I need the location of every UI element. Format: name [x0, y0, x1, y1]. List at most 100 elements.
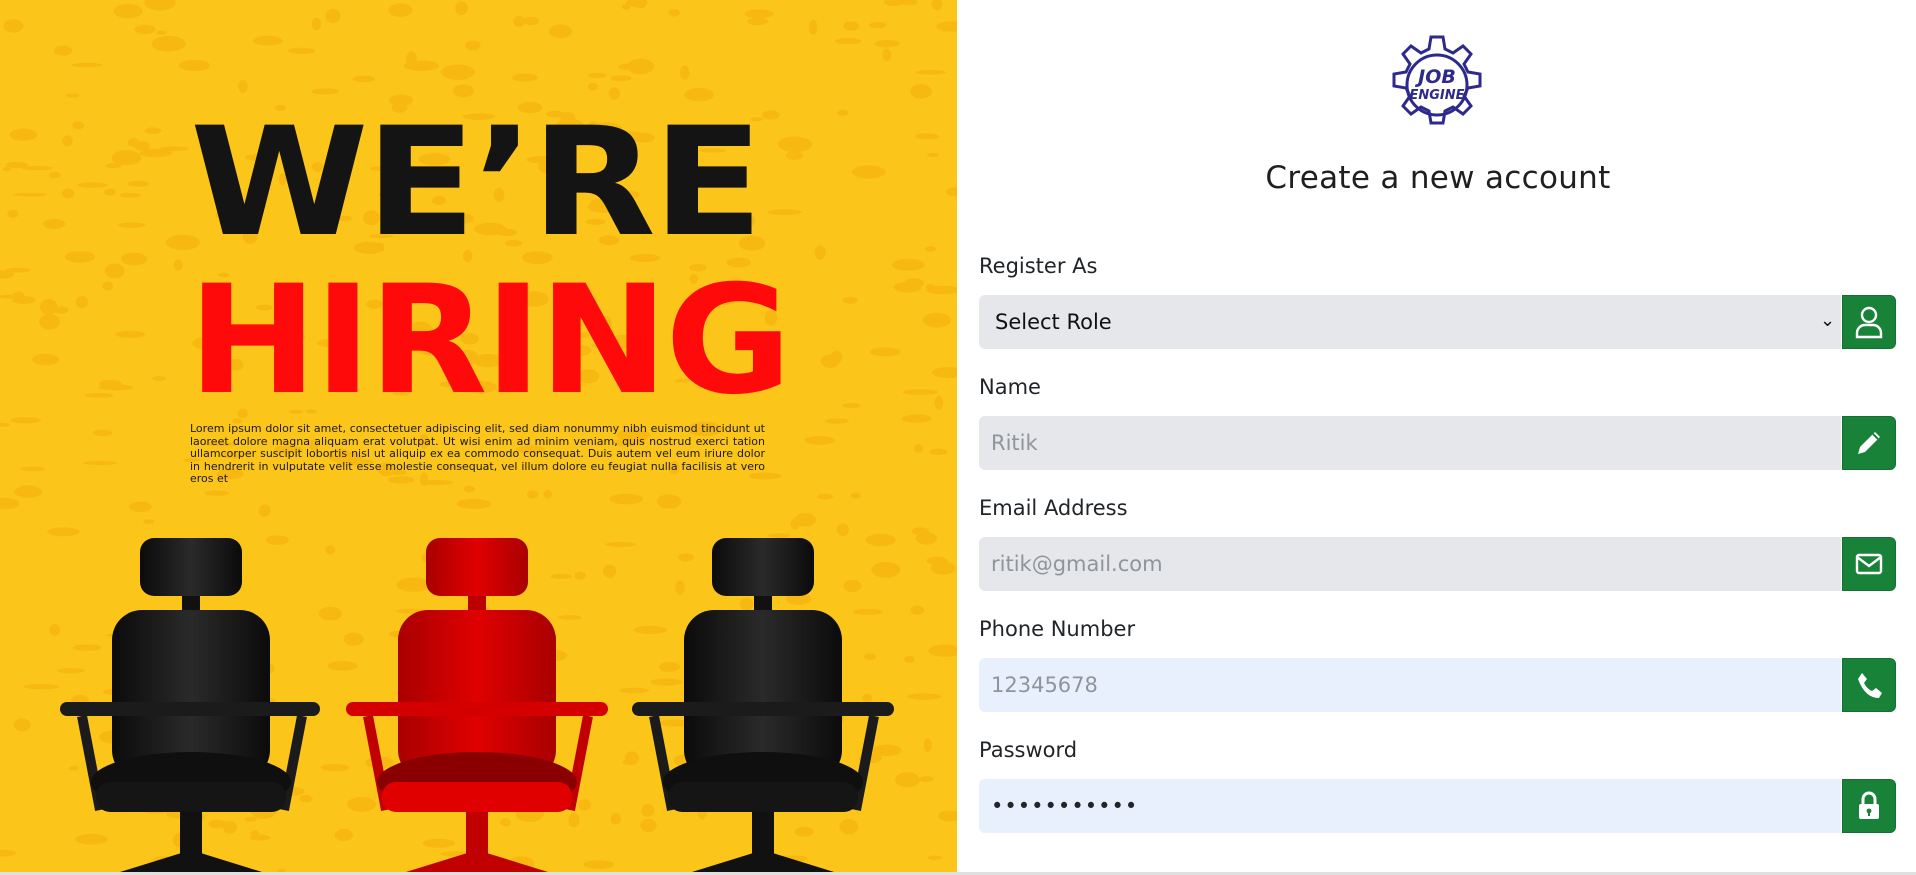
texture-blob: [441, 64, 475, 80]
role-select[interactable]: Select Role: [979, 295, 1841, 349]
texture-blob: [837, 109, 849, 116]
texture-blob: [151, 35, 186, 52]
texture-blob: [882, 48, 892, 62]
user-icon-button[interactable]: [1842, 295, 1896, 349]
phone-input[interactable]: [979, 658, 1841, 712]
envelope-icon-button[interactable]: [1842, 537, 1896, 591]
texture-blob: [325, 8, 341, 24]
texture-blob: [902, 389, 939, 395]
texture-blob: [43, 218, 66, 230]
texture-blob: [610, 75, 632, 82]
texture-blob: [9, 128, 38, 141]
phone-label: Phone Number: [979, 617, 1136, 641]
role-label: Register As: [979, 254, 1098, 278]
texture-blob: [817, 493, 834, 500]
texture-blob: [627, 58, 654, 75]
texture-blob: [463, 485, 475, 493]
banner-title-line1: WE’RE: [190, 96, 763, 270]
texture-blob: [258, 504, 271, 517]
texture-blob: [84, 393, 114, 398]
pencil-icon: [1858, 432, 1880, 454]
texture-blob: [173, 259, 183, 271]
texture-blob: [12, 291, 25, 302]
texture-blob: [456, 498, 492, 509]
name-label: Name: [979, 375, 1041, 399]
texture-blob: [113, 3, 143, 19]
texture-blob: [455, 1, 468, 16]
texture-blob: [656, 494, 682, 509]
texture-blob: [925, 284, 936, 289]
texture-blob: [178, 59, 211, 72]
email-input[interactable]: [979, 537, 1841, 591]
texture-blob: [134, 24, 156, 35]
texture-blob: [824, 418, 849, 424]
pencil-icon-button[interactable]: [1842, 416, 1896, 470]
envelope-icon: [1855, 553, 1883, 575]
texture-blob: [925, 246, 937, 252]
texture-blob: [874, 39, 900, 48]
texture-blob: [117, 222, 146, 228]
texture-blob: [352, 75, 376, 83]
texture-blob: [834, 37, 862, 45]
texture-blob: [543, 489, 552, 499]
phone-icon: [1858, 673, 1882, 698]
texture-blob: [111, 150, 142, 166]
chairs-illustration: [60, 538, 894, 872]
texture-blob: [744, 9, 774, 19]
texture-blob: [869, 21, 887, 29]
texture-blob: [609, 493, 644, 505]
texture-blob: [72, 121, 85, 130]
texture-blob: [32, 353, 60, 366]
password-label: Password: [979, 738, 1078, 762]
texture-blob: [945, 187, 957, 197]
texture-blob: [843, 21, 859, 31]
texture-blob: [115, 330, 146, 338]
texture-blob: [884, 0, 904, 6]
texture-blob: [54, 45, 73, 56]
user-icon: [1855, 306, 1883, 339]
texture-blob: [851, 165, 886, 179]
texture-blob: [892, 258, 925, 271]
texture-blob: [0, 422, 11, 427]
texture-blob: [2, 166, 12, 172]
texture-blob: [71, 62, 103, 68]
texture-blob: [119, 192, 141, 198]
texture-blob: [62, 188, 75, 199]
texture-blob: [804, 435, 835, 445]
banner-body-text: Lorem ipsum dolor sit amet, consectetuer…: [190, 422, 765, 485]
job-engine-logo: JOB ENGINE: [1392, 35, 1482, 125]
texture-blob: [75, 296, 88, 308]
texture-blob: [842, 403, 861, 409]
texture-blob: [144, 0, 176, 11]
texture-blob: [139, 148, 172, 158]
lock-icon: [1859, 791, 1879, 819]
name-input[interactable]: [979, 416, 1841, 470]
texture-blob: [901, 414, 932, 423]
texture-blob: [64, 251, 95, 263]
texture-blob: [7, 209, 19, 218]
texture-blob: [910, 84, 932, 99]
texture-blob: [931, 0, 943, 11]
password-input[interactable]: [979, 779, 1841, 833]
texture-blob: [99, 379, 122, 388]
texture-blob: [311, 17, 322, 31]
texture-blob: [934, 395, 944, 410]
phone-icon-button[interactable]: [1842, 658, 1896, 712]
texture-blob: [62, 135, 73, 147]
texture-blob: [92, 429, 113, 437]
form-title: Create a new account: [1265, 160, 1611, 196]
texture-blob: [20, 466, 46, 472]
texture-blob: [526, 490, 539, 499]
texture-blob: [464, 40, 481, 51]
texture-blob: [104, 263, 125, 279]
texture-blob: [104, 188, 116, 196]
texture-blob: [204, 490, 230, 496]
black-chair-left: [60, 538, 320, 872]
email-label: Email Address: [979, 496, 1128, 520]
texture-blob: [931, 367, 957, 378]
texture-blob: [587, 82, 599, 91]
texture-blob: [893, 281, 922, 293]
texture-blob: [144, 127, 162, 134]
lock-icon-button[interactable]: [1842, 779, 1896, 833]
texture-blob: [922, 312, 951, 328]
